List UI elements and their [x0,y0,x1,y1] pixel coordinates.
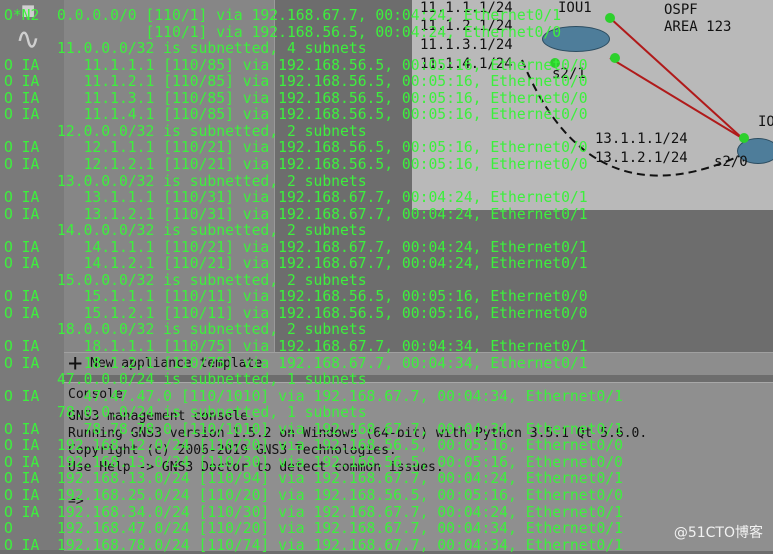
route-entry: O IA 11.1.1.1 [110/85] via 192.168.56.5,… [4,56,588,74]
route-entry: 13.0.0.0/32 is subnetted, 2 subnets [4,172,367,190]
route-entry: O IA 13.1.2.1 [110/31] via 192.168.67.7,… [4,205,588,223]
routing-table-terminal[interactable]: O*N2 0.0.0.0/0 [110/1] via 192.168.67.7,… [0,0,773,554]
route-entry: 18.0.0.0/32 is subnetted, 2 subnets [4,321,367,339]
route-entry: O IA 11.1.2.1 [110/85] via 192.168.56.5,… [4,73,588,91]
route-entry: O IA 78.78.78.0 [110/1010] via 192.168.6… [4,420,623,438]
route-entry: 78.0.0.0/24 is subnetted, 1 subnets [4,404,367,422]
route-entry: O IA 192.168.13.0/24 [110/94] via 192.16… [4,470,623,488]
watermark: @51CTO博客 [673,525,763,541]
route-entry: O IA 192.168.34.0/24 [110/30] via 192.16… [4,503,623,521]
route-entry: 15.0.0.0/32 is subnetted, 2 subnets [4,271,367,289]
route-entry: O*N2 0.0.0.0/0 [110/1] via 192.168.67.7,… [4,7,562,24]
route-entry: O IA 12.1.2.1 [110/21] via 192.168.56.5,… [4,155,588,173]
route-entry: 11.0.0.0/32 is subnetted, 4 subnets [4,40,367,58]
route-entry: O IA 192.168.13.0/24 [110/30] via 192.16… [4,453,623,471]
route-entry: O IA 18.1.1.1 [110/75] via 192.168.67.7,… [4,338,588,355]
route-entry: O IA 15.1.1.1 [110/11] via 192.168.56.5,… [4,288,588,306]
route-entry: O IA 14.1.2.1 [110/21] via 192.168.67.7,… [4,255,588,273]
route-entry: O 192.168.47.0/24 [110/20] via 192.168.6… [4,520,623,538]
route-entry: O IA 192.168.78.0/24 [110/74] via 192.16… [4,536,623,554]
route-entry: [110/1] via 192.168.56.5, 00:04:24, Ethe… [4,23,562,41]
route-entry: O IA 15.1.2.1 [110/11] via 192.168.56.5,… [4,304,588,322]
route-entry: O IA 11.1.3.1 [110/85] via 192.168.56.5,… [4,89,588,107]
route-entry: O IA 47.47.47.0 [110/1010] via 192.168.6… [4,387,623,405]
route-entry: O IA 192.168.25.0/24 [110/20] via 192.16… [4,486,623,504]
route-entry: O IA 12.1.1.1 [110/21] via 192.168.56.5,… [4,139,588,157]
route-entry: O IA 14.1.1.1 [110/21] via 192.168.67.7,… [4,238,588,256]
route-entry: 47.0.0.0/24 is subnetted, 1 subnets [4,371,367,389]
route-entry: O IA 18.1.2.1 [110/75] via 192.168.67.7,… [4,354,588,372]
route-entry: 14.0.0.0/32 is subnetted, 2 subnets [4,222,367,240]
route-entry: O IA 192.168.12.0/24 [110/20] via 192.16… [4,437,623,455]
route-entry: 12.0.0.0/32 is subnetted, 2 subnets [4,122,367,140]
route-entry: O IA 11.1.4.1 [110/85] via 192.168.56.5,… [4,106,588,124]
route-entry: O IA 13.1.1.1 [110/31] via 192.168.67.7,… [4,189,588,207]
